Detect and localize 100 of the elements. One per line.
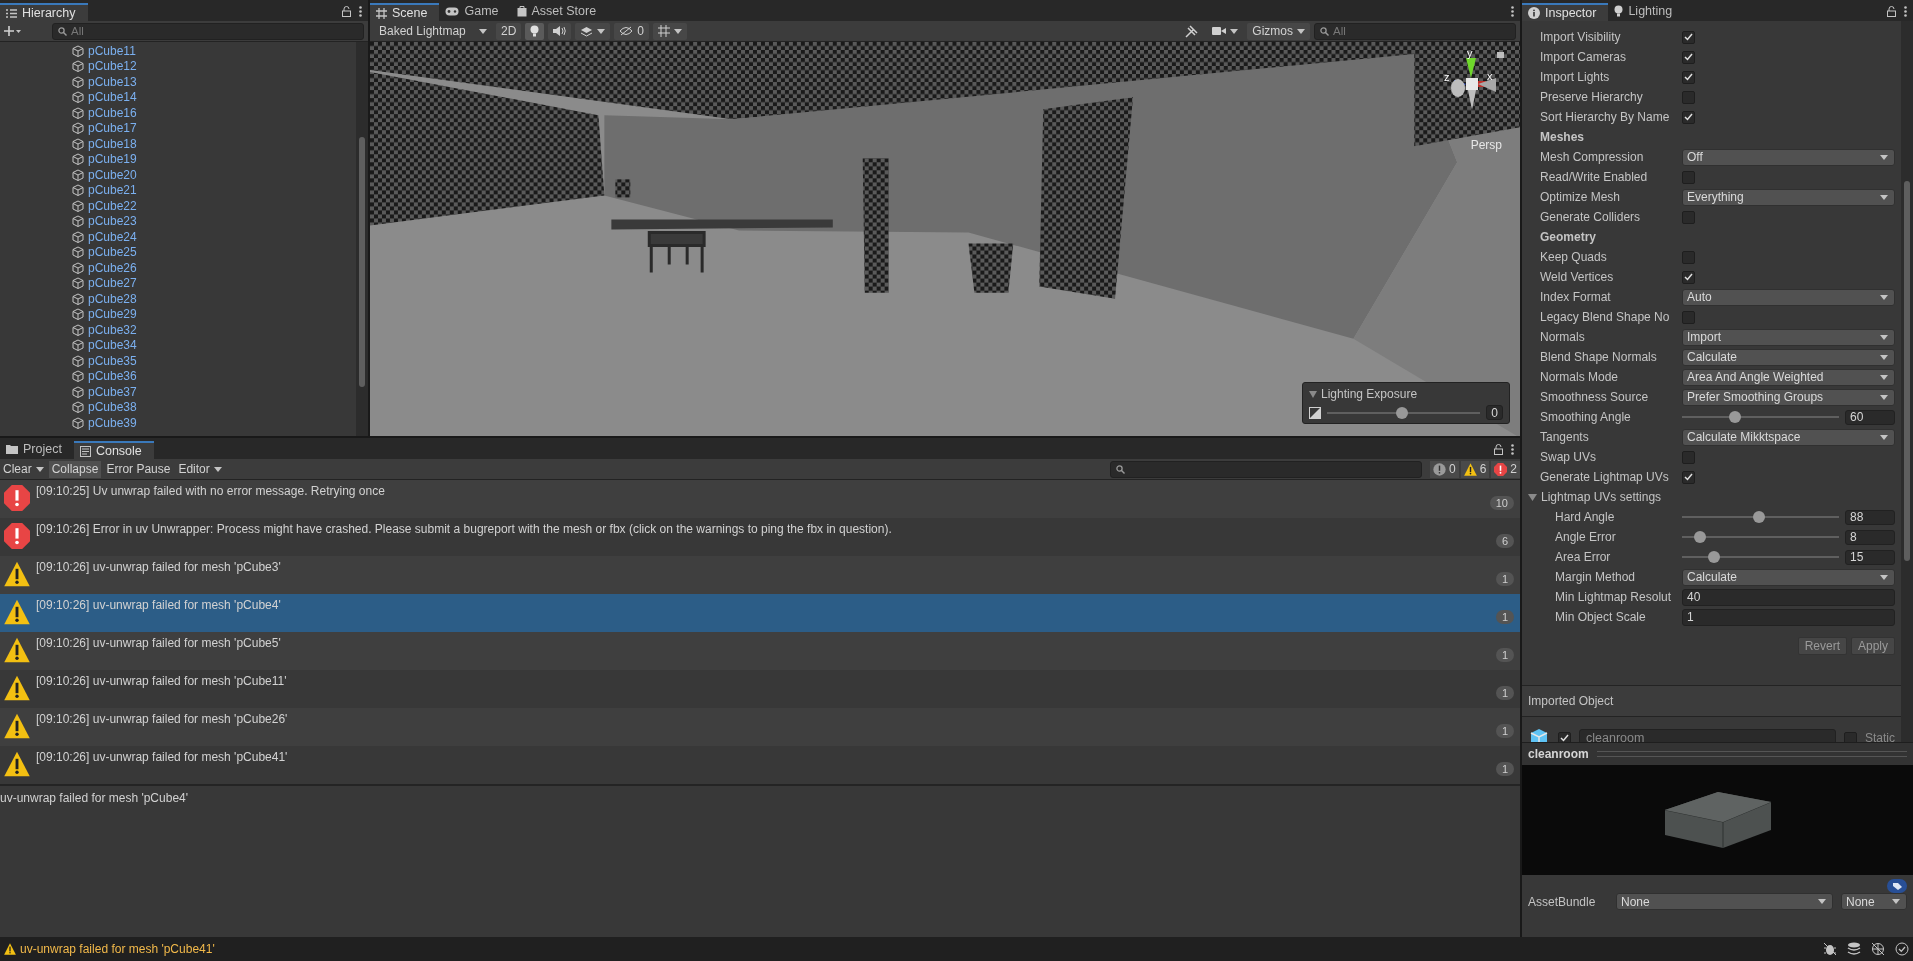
effects-dropdown[interactable] bbox=[575, 22, 611, 40]
log-message[interactable]: [09:10:26] uv-unwrap failed for mesh 'pCube41' bbox=[36, 746, 1490, 764]
dropdown[interactable]: Auto bbox=[1682, 288, 1895, 306]
log-filter-toggle[interactable]: 6 bbox=[1460, 460, 1490, 478]
checkbox[interactable] bbox=[1682, 50, 1695, 64]
lighting-toggle[interactable] bbox=[525, 22, 545, 40]
more-options-icon[interactable] bbox=[1511, 444, 1514, 455]
number-field[interactable]: 60 bbox=[1845, 409, 1895, 425]
dropdown[interactable]: None bbox=[1841, 893, 1907, 910]
number-field[interactable]: 40 bbox=[1682, 588, 1895, 606]
dropdown[interactable]: Import bbox=[1682, 328, 1895, 346]
hierarchy-item[interactable]: pCube17 bbox=[88, 121, 137, 136]
tag-icon[interactable] bbox=[1887, 879, 1907, 893]
hierarchy-item[interactable]: pCube27 bbox=[88, 276, 137, 291]
number-field[interactable]: 1 bbox=[1682, 608, 1895, 626]
draw-mode-dropdown[interactable]: Baked Lightmap bbox=[374, 22, 492, 40]
foldout-label[interactable]: Lightmap UVs settings bbox=[1541, 490, 1662, 504]
audio-toggle[interactable] bbox=[548, 22, 572, 40]
hierarchy-item[interactable]: pCube12 bbox=[88, 59, 137, 74]
hierarchy-item[interactable]: pCube20 bbox=[88, 167, 137, 182]
hierarchy-item[interactable]: pCube38 bbox=[88, 400, 137, 415]
dropdown[interactable]: Off bbox=[1682, 148, 1895, 166]
log-message[interactable]: [09:10:26] uv-unwrap failed for mesh 'pCube4' bbox=[36, 594, 1490, 612]
hidden-objects-toggle[interactable]: 0 bbox=[614, 22, 650, 40]
checkbox[interactable] bbox=[1682, 170, 1695, 184]
number-field[interactable]: 8 bbox=[1845, 529, 1895, 545]
hierarchy-item[interactable]: pCube34 bbox=[88, 338, 137, 353]
dropdown[interactable]: Prefer Smoothing Groups bbox=[1682, 388, 1895, 406]
search-field[interactable]: All bbox=[52, 22, 364, 40]
slider-thumb[interactable] bbox=[1694, 531, 1707, 543]
toolbar-button[interactable]: Clear bbox=[0, 460, 47, 478]
hierarchy-item[interactable]: pCube37 bbox=[88, 384, 137, 399]
toolbar-button[interactable]: Editor bbox=[175, 460, 225, 478]
hierarchy-item[interactable]: pCube25 bbox=[88, 245, 137, 260]
tab[interactable]: Inspector bbox=[1522, 3, 1609, 21]
tab[interactable]: Lighting bbox=[1608, 1, 1685, 21]
exposure-slider-thumb[interactable] bbox=[1396, 406, 1409, 419]
tab[interactable]: Asset Store bbox=[510, 1, 609, 21]
scrollbar[interactable] bbox=[356, 42, 368, 436]
checkbox[interactable] bbox=[1682, 90, 1695, 104]
2d-toggle[interactable]: 2D bbox=[496, 22, 522, 40]
checkbox[interactable] bbox=[1682, 30, 1695, 44]
toolbar-button[interactable]: Collapse bbox=[48, 460, 102, 478]
search-field[interactable] bbox=[1109, 460, 1422, 478]
log-message[interactable]: [09:10:26] uv-unwrap failed for mesh 'pCube5' bbox=[36, 632, 1490, 650]
log-message[interactable]: [09:10:26] uv-unwrap failed for mesh 'pCube26' bbox=[36, 708, 1490, 726]
hierarchy-item[interactable]: pCube22 bbox=[88, 198, 137, 213]
checkbox[interactable] bbox=[1844, 731, 1857, 742]
checkbox[interactable] bbox=[1682, 250, 1695, 264]
dropdown[interactable]: Calculate Mikktspace bbox=[1682, 428, 1895, 446]
inspector-button[interactable]: Apply bbox=[1850, 637, 1895, 655]
tab[interactable]: Game bbox=[439, 1, 511, 21]
hierarchy-item[interactable]: pCube23 bbox=[88, 214, 137, 229]
number-field[interactable]: 0 bbox=[1486, 405, 1503, 420]
number-field[interactable]: 88 bbox=[1845, 509, 1895, 525]
hierarchy-item[interactable]: pCube32 bbox=[88, 322, 137, 337]
slider-thumb[interactable] bbox=[1752, 511, 1765, 523]
axis-gizmo-drawing[interactable] bbox=[1451, 52, 1504, 110]
more-options-icon[interactable] bbox=[1511, 6, 1514, 17]
add-icon[interactable] bbox=[4, 26, 22, 36]
hierarchy-item[interactable]: pCube28 bbox=[88, 291, 137, 306]
dropdown[interactable]: Area And Angle Weighted bbox=[1682, 368, 1895, 386]
tab[interactable]: Hierarchy bbox=[0, 3, 88, 21]
hierarchy-item[interactable]: pCube35 bbox=[88, 353, 137, 368]
checkbox[interactable] bbox=[1682, 110, 1695, 124]
tab[interactable]: Console bbox=[73, 441, 154, 459]
log-message[interactable]: [09:10:26] uv-unwrap failed for mesh 'pCube11' bbox=[36, 670, 1490, 688]
checkbox[interactable] bbox=[1682, 70, 1695, 84]
log-message[interactable]: [09:10:25] Uv unwrap failed with no error message. Retrying once bbox=[36, 480, 1484, 498]
hierarchy-item[interactable]: pCube14 bbox=[88, 90, 137, 105]
hierarchy-item[interactable]: pCube19 bbox=[88, 152, 137, 167]
hierarchy-item[interactable]: pCube29 bbox=[88, 307, 137, 322]
hierarchy-item[interactable]: pCube21 bbox=[88, 183, 137, 198]
bug-icon[interactable] bbox=[1823, 942, 1837, 956]
database-icon[interactable] bbox=[1847, 942, 1861, 956]
slider-thumb[interactable] bbox=[1729, 411, 1742, 423]
lock-icon[interactable] bbox=[1494, 444, 1503, 455]
log-message[interactable]: [09:10:26] uv-unwrap failed for mesh 'pCube3' bbox=[36, 556, 1490, 574]
collapse-arrow-icon[interactable] bbox=[1309, 390, 1317, 398]
hierarchy-item[interactable]: pCube16 bbox=[88, 105, 137, 120]
log-filter-toggle[interactable]: 2 bbox=[1491, 460, 1520, 478]
checkbox[interactable] bbox=[1682, 310, 1695, 324]
lock-icon[interactable] bbox=[342, 6, 351, 17]
toolbar-button[interactable]: Error Pause bbox=[103, 460, 174, 478]
hierarchy-item[interactable]: pCube11 bbox=[88, 43, 136, 58]
log-message[interactable]: [09:10:26] Error in uv Unwrapper: Process might have crashed. Please submit a bugreport with the mesh or fbx (click on the warnings to ping the fbx in question). bbox=[36, 518, 1490, 536]
inspector-button[interactable]: Revert bbox=[1797, 637, 1847, 655]
hierarchy-item[interactable]: pCube39 bbox=[88, 415, 137, 430]
more-options-icon[interactable] bbox=[359, 6, 362, 17]
gizmos-dropdown[interactable]: Gizmos bbox=[1247, 22, 1310, 40]
hierarchy-item[interactable]: pCube26 bbox=[88, 260, 137, 275]
checkbox[interactable] bbox=[1682, 450, 1695, 464]
tab[interactable]: Scene bbox=[370, 3, 440, 21]
checkbox[interactable] bbox=[1682, 210, 1695, 224]
dropdown[interactable]: None bbox=[1616, 893, 1833, 910]
log-filter-toggle[interactable]: 0 bbox=[1429, 460, 1459, 478]
hierarchy-item[interactable]: pCube13 bbox=[88, 74, 137, 89]
checkbox[interactable] bbox=[1682, 270, 1695, 284]
lock-icon[interactable] bbox=[1887, 6, 1896, 17]
scrollbar[interactable] bbox=[1901, 21, 1913, 742]
